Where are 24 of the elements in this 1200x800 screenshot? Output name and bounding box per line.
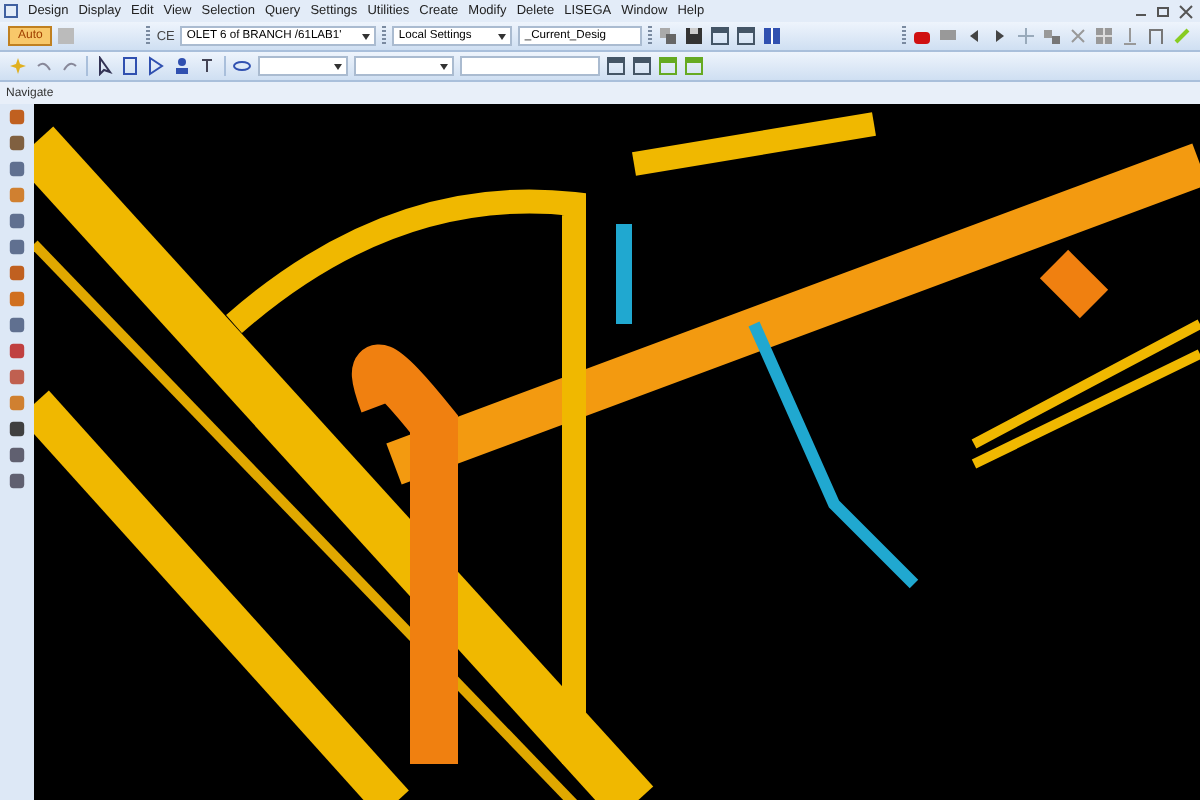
window-icon[interactable]: [632, 56, 652, 76]
3d-viewport[interactable]: [34, 104, 1200, 800]
blocks-icon[interactable]: [1042, 26, 1062, 46]
text-icon[interactable]: [198, 56, 218, 76]
save-icon[interactable]: [684, 26, 705, 46]
table-icon[interactable]: [1094, 26, 1114, 46]
app-logo-icon: [4, 4, 18, 18]
columns-icon[interactable]: [762, 26, 783, 46]
cross-icon[interactable]: [1068, 26, 1088, 46]
play-icon[interactable]: [146, 56, 166, 76]
combo-field[interactable]: [258, 56, 348, 76]
close-icon[interactable]: [1176, 1, 1196, 21]
window-icon[interactable]: [606, 56, 626, 76]
eye-icon[interactable]: [232, 56, 252, 76]
combo-field[interactable]: [460, 56, 600, 76]
frame-icon[interactable]: [1146, 26, 1166, 46]
combo-field[interactable]: [354, 56, 454, 76]
star-icon[interactable]: [8, 56, 28, 76]
copy-icon[interactable]: [658, 26, 679, 46]
record-icon[interactable]: [912, 26, 932, 46]
restore-icon[interactable]: [1154, 1, 1174, 21]
square-icon: [58, 28, 75, 44]
window-icon[interactable]: [736, 26, 757, 46]
window-icon[interactable]: [710, 26, 731, 46]
